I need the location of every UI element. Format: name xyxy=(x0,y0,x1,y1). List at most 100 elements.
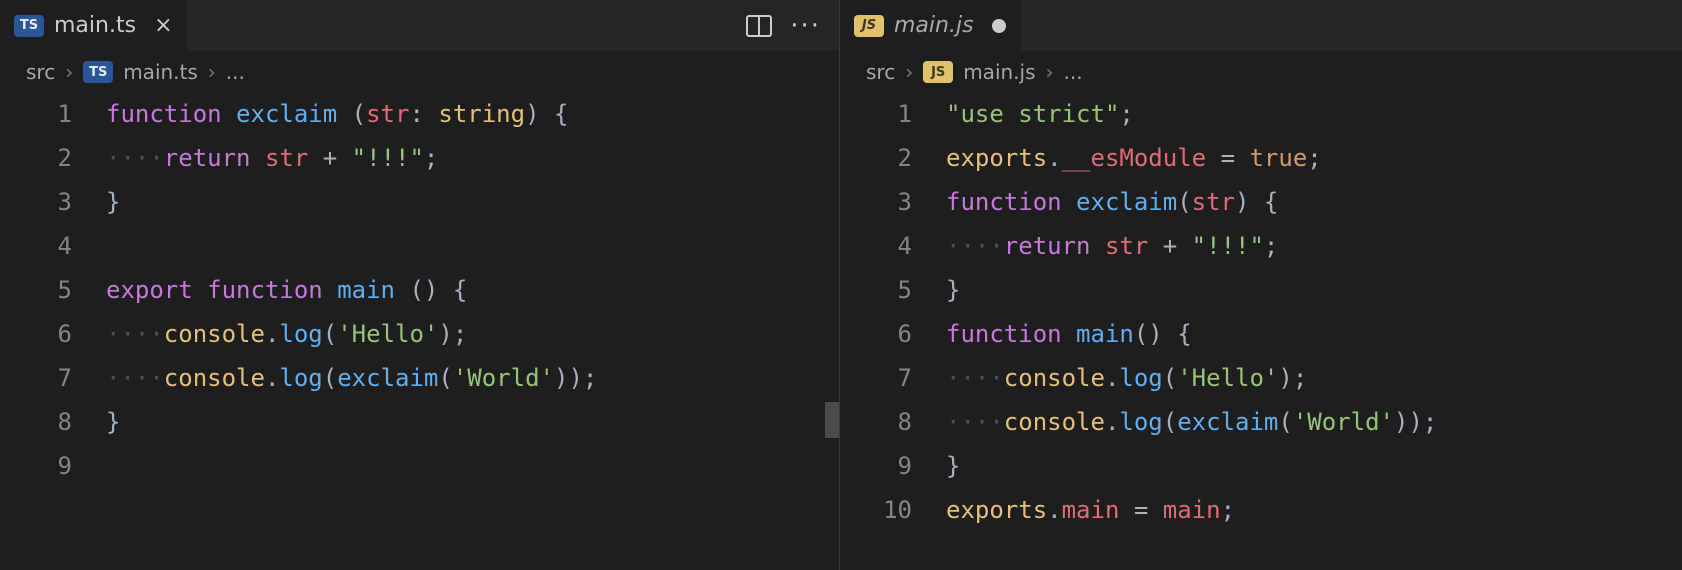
breadcrumb-file[interactable]: main.js xyxy=(963,60,1035,84)
token-pn: ; xyxy=(453,320,467,348)
breadcrumb[interactable]: src › TS main.ts › ... xyxy=(0,52,839,92)
code-line[interactable]: function exclaim(str) { xyxy=(946,180,1682,224)
token-pn: ) xyxy=(568,364,582,392)
line-gutter: 123456789 xyxy=(0,92,96,570)
token-pn: ; xyxy=(583,364,597,392)
more-actions-icon[interactable]: ··· xyxy=(790,11,821,41)
line-number: 5 xyxy=(840,268,912,312)
token-op: = xyxy=(1221,144,1235,172)
code-line[interactable]: function main() { xyxy=(946,312,1682,356)
code-line[interactable]: export function main () { xyxy=(106,268,839,312)
tab-main-ts[interactable]: TS main.ts × xyxy=(0,0,187,51)
token-str: "!!!" xyxy=(352,144,424,172)
token-pn: ) xyxy=(525,100,539,128)
token-str: 'Hello' xyxy=(337,320,438,348)
line-number: 6 xyxy=(0,312,72,356)
token-pn: ) xyxy=(1148,320,1162,348)
token-fn: log xyxy=(1119,408,1162,436)
tab-main-js[interactable]: JS main.js xyxy=(840,0,1021,51)
token-pn: ) xyxy=(554,364,568,392)
token-kw: function xyxy=(106,100,222,128)
token-pn: ; xyxy=(424,144,438,172)
token-pn: ( xyxy=(438,364,452,392)
token-var: str xyxy=(366,100,409,128)
token-pn: ) xyxy=(424,276,438,304)
token-pn: : xyxy=(409,100,423,128)
token-pn: ( xyxy=(1163,364,1177,392)
breadcrumb-folder[interactable]: src xyxy=(26,60,55,84)
close-icon[interactable]: × xyxy=(154,13,172,38)
token-cns: true xyxy=(1249,144,1307,172)
token-pn: ) xyxy=(438,320,452,348)
token-var: str xyxy=(1192,188,1235,216)
token-fn: exclaim xyxy=(236,100,337,128)
code-line[interactable]: exports.main = main; xyxy=(946,488,1682,532)
code-line[interactable]: function exclaim (str: string) { xyxy=(106,92,839,136)
code-content[interactable]: "use strict";exports.__esModule = true;f… xyxy=(936,92,1682,570)
chevron-right-icon: › xyxy=(1046,60,1054,84)
token-pn: ; xyxy=(1221,496,1235,524)
token-pn: . xyxy=(1105,364,1119,392)
indent-guide: ···· xyxy=(946,364,1004,392)
code-line[interactable]: } xyxy=(106,400,839,444)
modified-indicator-icon[interactable] xyxy=(992,19,1006,33)
token-op xyxy=(308,144,322,172)
token-fn: main xyxy=(337,276,395,304)
code-line[interactable]: "use strict"; xyxy=(946,92,1682,136)
token-pn: . xyxy=(265,320,279,348)
token-fn: log xyxy=(279,364,322,392)
token-op xyxy=(1206,144,1220,172)
token-fn: exclaim xyxy=(1177,408,1278,436)
token-op xyxy=(337,144,351,172)
token-op xyxy=(1062,320,1076,348)
token-str: 'World' xyxy=(1293,408,1394,436)
token-str: 'World' xyxy=(453,364,554,392)
code-line[interactable]: } xyxy=(106,180,839,224)
code-line[interactable]: ····return str + "!!!"; xyxy=(946,224,1682,268)
code-content[interactable]: function exclaim (str: string) {····retu… xyxy=(96,92,839,570)
token-op xyxy=(1091,232,1105,260)
token-id: console xyxy=(1004,364,1105,392)
line-number: 10 xyxy=(840,488,912,532)
chevron-right-icon: › xyxy=(208,60,216,84)
code-line[interactable]: ····return str + "!!!"; xyxy=(106,136,839,180)
token-op xyxy=(1235,144,1249,172)
token-pn: ( xyxy=(323,320,337,348)
code-line[interactable] xyxy=(106,224,839,268)
split-editor-icon[interactable] xyxy=(746,15,772,37)
line-number: 2 xyxy=(840,136,912,180)
code-line[interactable]: ····console.log(exclaim('World')); xyxy=(946,400,1682,444)
token-fn: exclaim xyxy=(337,364,438,392)
token-op xyxy=(1119,496,1133,524)
token-fn: log xyxy=(279,320,322,348)
token-pn: . xyxy=(265,364,279,392)
code-line[interactable]: ····console.log('Hello'); xyxy=(946,356,1682,400)
code-editor[interactable]: 12345678910 "use strict";exports.__esMod… xyxy=(840,92,1682,570)
code-line[interactable]: exports.__esModule = true; xyxy=(946,136,1682,180)
breadcrumb-tail[interactable]: ... xyxy=(226,60,245,84)
token-pn: { xyxy=(554,100,568,128)
token-op xyxy=(1249,188,1263,216)
code-line[interactable]: ····console.log('Hello'); xyxy=(106,312,839,356)
code-line[interactable] xyxy=(106,444,839,488)
overview-ruler[interactable] xyxy=(825,92,839,570)
token-pr: main xyxy=(1062,496,1120,524)
token-str: "!!!" xyxy=(1192,232,1264,260)
breadcrumb[interactable]: src › JS main.js › ... xyxy=(840,52,1682,92)
token-kw: return xyxy=(1004,232,1091,260)
token-pn: ( xyxy=(1278,408,1292,436)
token-pn: ( xyxy=(1177,188,1191,216)
code-editor[interactable]: 123456789 function exclaim (str: string)… xyxy=(0,92,839,570)
code-line[interactable]: } xyxy=(946,444,1682,488)
editor-actions: ··· xyxy=(746,11,839,41)
token-pn: ; xyxy=(1264,232,1278,260)
breadcrumb-file[interactable]: main.ts xyxy=(123,60,198,84)
line-number: 4 xyxy=(0,224,72,268)
token-kw: return xyxy=(164,144,251,172)
breadcrumb-tail[interactable]: ... xyxy=(1064,60,1083,84)
code-line[interactable]: ····console.log(exclaim('World')); xyxy=(106,356,839,400)
breadcrumb-folder[interactable]: src xyxy=(866,60,895,84)
token-pn: ; xyxy=(1307,144,1321,172)
code-line[interactable]: } xyxy=(946,268,1682,312)
line-number: 1 xyxy=(0,92,72,136)
